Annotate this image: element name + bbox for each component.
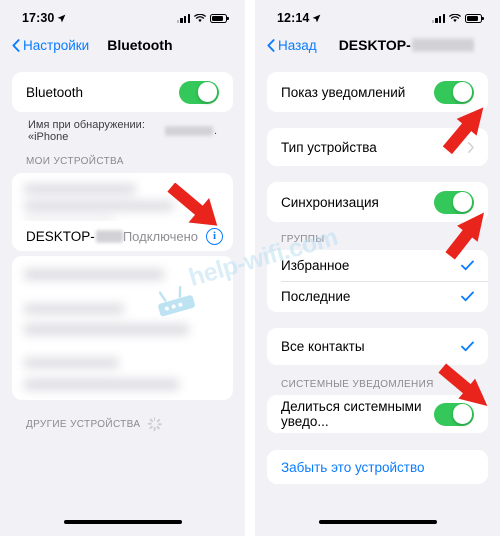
cellular-signal-icon xyxy=(431,14,445,23)
show-notifications-toggle[interactable] xyxy=(434,80,474,104)
back-button[interactable]: Назад xyxy=(267,38,317,53)
system-notifications-header: СИСТЕМНЫЕ УВЕДОМЛЕНИЯ xyxy=(281,379,434,390)
discovery-name-note: Имя при обнаружении: «iPhone . xyxy=(12,112,233,143)
bluetooth-toggle-row[interactable]: Bluetooth xyxy=(12,72,233,112)
show-notifications-card: Показ уведомлений xyxy=(267,72,488,112)
row-forget-device[interactable]: Забыть это устройство xyxy=(267,450,488,484)
left-phone-screen: 17:30 Настройки Bluetooth Bluetooth Имя … xyxy=(0,0,245,536)
right-content: Показ уведомлений Тип устройства Синхрон… xyxy=(255,72,500,484)
status-time-group: 17:30 xyxy=(22,11,66,25)
redacted-device-name xyxy=(411,38,474,52)
bluetooth-card: Bluetooth xyxy=(12,72,233,112)
right-page-title: DESKTOP- xyxy=(339,37,474,53)
sync-card: Синхронизация xyxy=(267,182,488,222)
screenshot-root: 17:30 Настройки Bluetooth Bluetooth Имя … xyxy=(0,0,500,536)
right-page-title-text: DESKTOP- xyxy=(338,37,411,53)
redacted-device-name xyxy=(95,229,123,243)
right-status-bar: 12:14 xyxy=(255,0,500,30)
wifi-icon xyxy=(194,13,206,22)
sync-label: Синхронизация xyxy=(281,194,379,210)
forget-device-card: Забыть это устройство xyxy=(267,450,488,484)
redacted-iphone-name xyxy=(165,126,213,136)
device-connection-status: Подключено xyxy=(122,228,198,244)
back-to-settings-button[interactable]: Настройки xyxy=(12,38,89,53)
device-name-prefix: DESKTOP- xyxy=(26,228,95,244)
favorites-label: Избранное xyxy=(281,258,350,273)
wifi-icon xyxy=(449,13,461,22)
my-devices-header: МОИ УСТРОЙСТВА xyxy=(26,156,124,167)
device-type-card: Тип устройства xyxy=(267,128,488,166)
recents-label: Последние xyxy=(281,289,351,304)
left-home-indicator xyxy=(63,519,182,524)
back-label: Настройки xyxy=(23,37,90,53)
left-content: Bluetooth Имя при обнаружении: «iPhone .… xyxy=(0,72,245,437)
sync-toggle[interactable] xyxy=(434,190,474,214)
row-device-type[interactable]: Тип устройства xyxy=(267,128,488,166)
location-arrow-icon xyxy=(313,14,321,22)
groups-card: Избранное Последние xyxy=(267,250,488,312)
bluetooth-toggle[interactable] xyxy=(179,80,219,104)
status-time: 17:30 xyxy=(22,11,55,25)
groups-header: ГРУППЫ xyxy=(281,234,325,245)
my-devices-card: DESKTOP- Подключено i xyxy=(12,173,233,251)
left-status-bar: 17:30 xyxy=(0,0,245,30)
left-nav-bar: Настройки Bluetooth xyxy=(0,30,245,60)
panel-gap xyxy=(245,0,255,536)
right-home-indicator xyxy=(318,519,437,524)
blurred-device-rows-bottom xyxy=(12,256,233,400)
chevron-left-icon xyxy=(267,38,275,52)
right-phone-screen: 12:14 Назад DESKTOP- Показ уведомлений Т… xyxy=(255,0,500,536)
right-nav-bar: Назад DESKTOP- xyxy=(255,30,500,60)
row-show-notifications[interactable]: Показ уведомлений xyxy=(267,72,488,112)
share-system-label: Делиться системными уведо... xyxy=(281,399,422,429)
info-circle-icon[interactable]: i xyxy=(206,227,223,245)
show-notifications-label: Показ уведомлений xyxy=(281,84,406,100)
share-system-card: Делиться системными уведо... xyxy=(267,395,488,433)
discovery-name-text: Имя при обнаружении: «iPhone xyxy=(28,119,145,143)
status-indicators xyxy=(176,13,229,23)
blurred-device-list-lower xyxy=(12,256,233,400)
forget-device-label: Забыть это устройство xyxy=(281,459,425,475)
other-devices-label: ДРУГИЕ УСТРОЙСТВА xyxy=(26,418,141,430)
chevron-left-icon xyxy=(12,38,20,52)
all-contacts-card: Все контакты xyxy=(267,328,488,365)
device-type-label: Тип устройства xyxy=(281,139,377,155)
loading-spinner-icon xyxy=(147,417,162,431)
checkmark-icon xyxy=(461,260,474,271)
discovery-name-suffix: . xyxy=(213,125,217,137)
status-time-group: 12:14 xyxy=(277,11,321,25)
back-label: Назад xyxy=(278,37,317,53)
share-system-toggle[interactable] xyxy=(434,402,474,426)
row-recents[interactable]: Последние xyxy=(267,281,488,312)
location-arrow-icon xyxy=(58,14,66,22)
row-sync[interactable]: Синхронизация xyxy=(267,182,488,222)
chevron-right-icon xyxy=(468,141,474,153)
bluetooth-label: Bluetooth xyxy=(26,84,84,100)
all-contacts-label: Все контакты xyxy=(281,339,365,354)
device-row-desktop[interactable]: DESKTOP- Подключено i xyxy=(12,221,233,251)
status-time: 12:14 xyxy=(277,11,310,25)
cellular-signal-icon xyxy=(176,14,190,23)
checkmark-icon xyxy=(461,341,474,352)
row-favorites[interactable]: Избранное xyxy=(267,250,488,281)
battery-icon xyxy=(210,13,229,23)
status-indicators xyxy=(431,13,484,23)
blurred-device-rows-top xyxy=(12,173,233,221)
battery-icon xyxy=(465,13,484,23)
row-share-system-notifications[interactable]: Делиться системными уведо... xyxy=(267,395,488,433)
checkmark-icon xyxy=(461,291,474,302)
other-devices-header: ДРУГИЕ УСТРОЙСТВА xyxy=(12,400,233,437)
row-all-contacts[interactable]: Все контакты xyxy=(267,328,488,365)
left-page-title: Bluetooth xyxy=(107,37,173,53)
